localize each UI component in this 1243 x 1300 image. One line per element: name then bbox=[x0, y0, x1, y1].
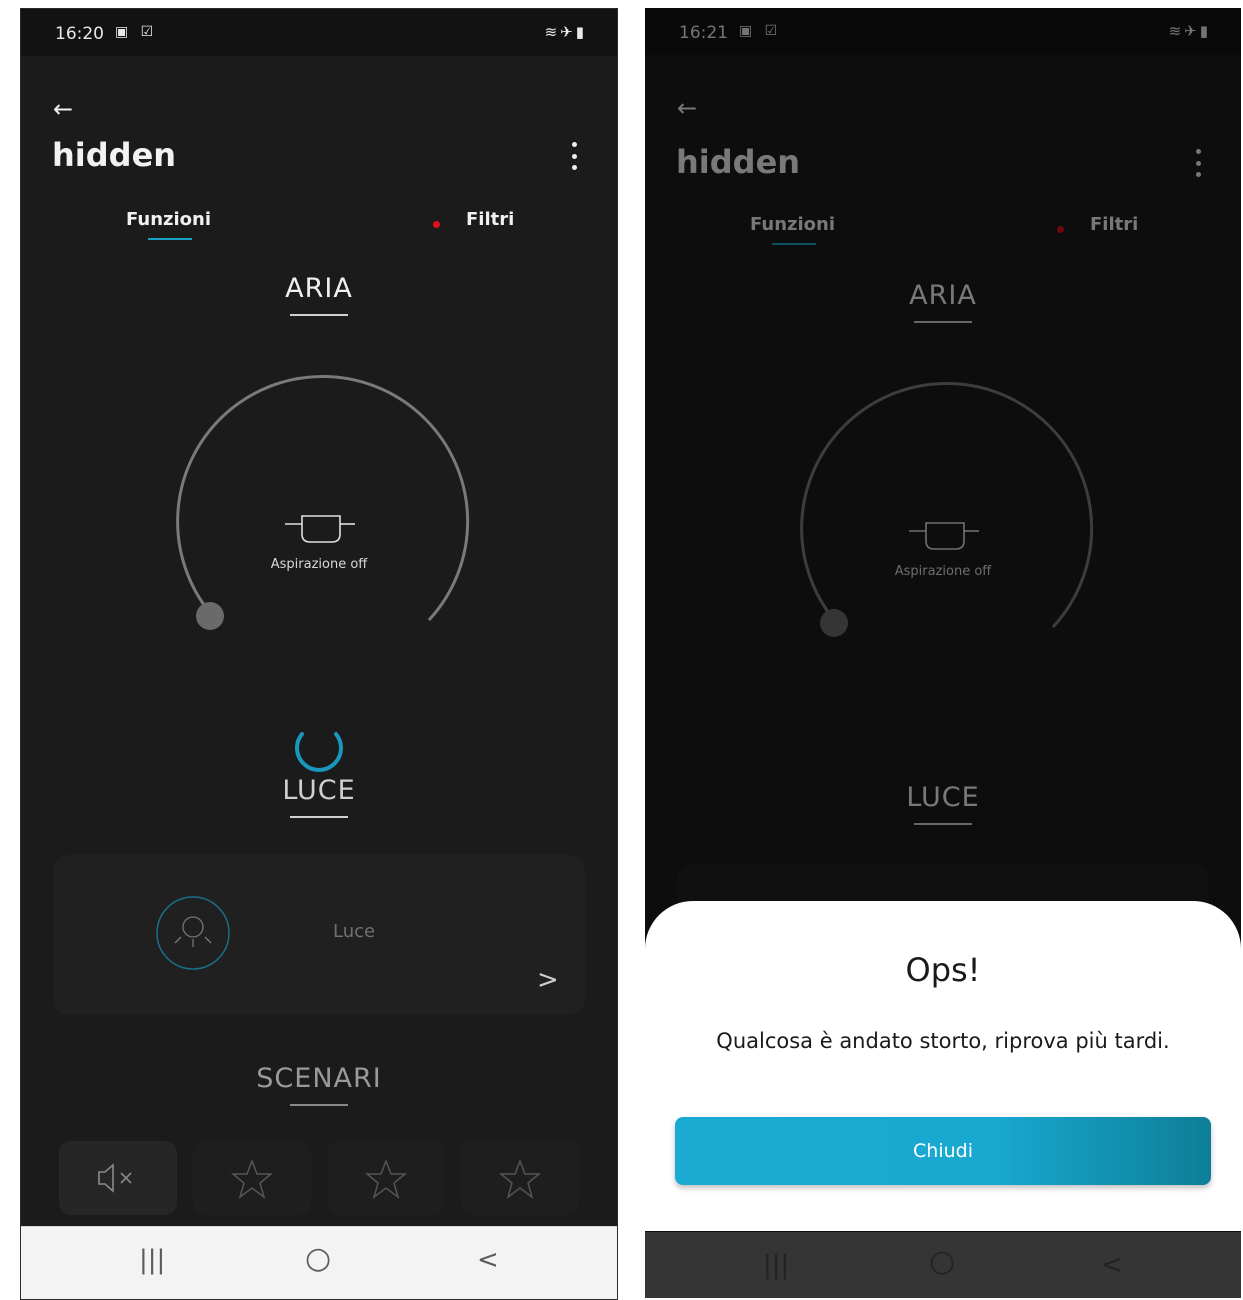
scenario-star-button[interactable] bbox=[461, 1141, 579, 1215]
star-icon bbox=[498, 1158, 542, 1199]
system-icons: ≋✈▮ bbox=[545, 23, 587, 41]
scenario-star-button[interactable] bbox=[193, 1141, 311, 1215]
light-card[interactable]: Luce > bbox=[53, 855, 585, 1015]
dial-knob[interactable] bbox=[196, 602, 224, 630]
nav-back-button[interactable]: < bbox=[477, 1245, 499, 1275]
section-aria: ARIA bbox=[21, 273, 617, 316]
arrow-left-icon[interactable]: ← bbox=[53, 95, 73, 123]
phone-screen-left: 16:20 ▣ ☑ ≋✈▮ ← hidden Funzioni Filtri A… bbox=[20, 8, 618, 1300]
section-luce: LUCE bbox=[21, 775, 617, 818]
scenario-mute-button[interactable] bbox=[59, 1141, 177, 1215]
status-time: 16:20 bbox=[55, 24, 104, 44]
star-icon bbox=[230, 1158, 274, 1199]
close-button[interactable]: Chiudi bbox=[675, 1117, 1211, 1185]
tab-filtri-label: Filtri bbox=[466, 209, 515, 230]
filter-alert-dot bbox=[433, 221, 440, 228]
system-nav-bar: ||| ○ < bbox=[21, 1226, 617, 1299]
error-dialog: Ops! Qualcosa è andato storto, riprova p… bbox=[645, 901, 1241, 1231]
dial-status-label: Aspirazione off bbox=[270, 557, 368, 572]
light-card-label: Luce bbox=[333, 921, 376, 942]
bulb-icon bbox=[156, 896, 230, 970]
tab-filtri[interactable]: Filtri bbox=[466, 209, 514, 230]
star-icon bbox=[364, 1158, 408, 1199]
tab-active-indicator bbox=[148, 238, 192, 240]
section-divider bbox=[290, 1104, 348, 1106]
phone-screen-right: 16:21 ▣ ☑ ≋✈▮ ← hidden Funzioni Filtri A… bbox=[645, 8, 1241, 1298]
pot-icon bbox=[285, 515, 355, 543]
home-button[interactable]: ○ bbox=[305, 1241, 331, 1276]
scenari-row bbox=[59, 1141, 579, 1215]
more-vert-icon[interactable] bbox=[571, 142, 577, 170]
section-scenari-title: SCENARI bbox=[256, 1063, 382, 1094]
section-scenari: SCENARI bbox=[21, 1063, 617, 1106]
scenario-star-button[interactable] bbox=[327, 1141, 445, 1215]
dialog-message: Qualcosa è andato storto, riprova più ta… bbox=[716, 1029, 1170, 1053]
spinner-icon bbox=[295, 732, 343, 772]
section-luce-title: LUCE bbox=[282, 775, 356, 806]
section-aria-title: ARIA bbox=[285, 273, 353, 304]
dial-arc bbox=[176, 374, 470, 622]
airplane-icon: ✈ bbox=[560, 23, 576, 41]
status-bar: 16:20 ▣ ☑ ≋✈▮ bbox=[21, 9, 617, 56]
tab-funzioni[interactable]: Funzioni bbox=[126, 209, 212, 240]
tab-funzioni-label: Funzioni bbox=[126, 209, 212, 230]
section-divider bbox=[290, 816, 348, 818]
page-title: hidden bbox=[52, 136, 177, 174]
chevron-right-icon[interactable]: > bbox=[537, 965, 559, 995]
recent-apps-button[interactable]: ||| bbox=[139, 1245, 165, 1275]
dialog-title: Ops! bbox=[905, 951, 981, 989]
mute-icon bbox=[98, 1163, 132, 1193]
suction-dial[interactable] bbox=[161, 364, 481, 644]
app-screen: 16:20 ▣ ☑ ≋✈▮ ← hidden Funzioni Filtri A… bbox=[21, 9, 617, 1299]
notification-icons: ▣ ☑ bbox=[115, 24, 158, 40]
wifi-icon: ≋ bbox=[544, 23, 561, 41]
battery-icon: ▮ bbox=[575, 23, 587, 41]
section-divider bbox=[290, 314, 348, 316]
